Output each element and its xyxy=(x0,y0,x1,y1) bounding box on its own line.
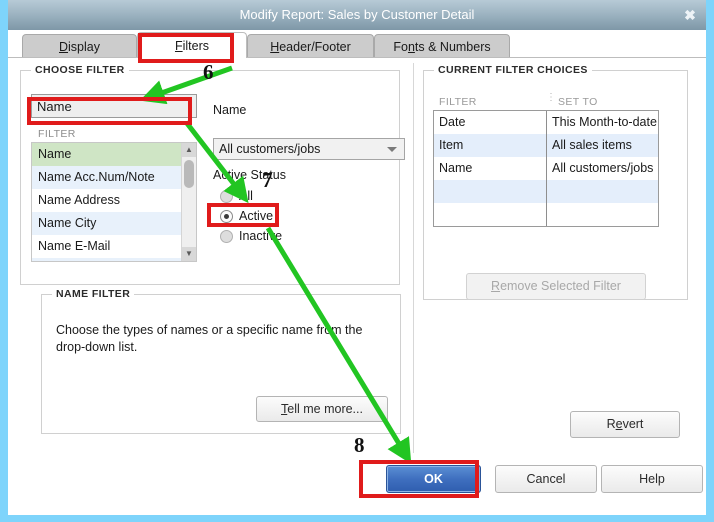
customers-jobs-dropdown-value: All customers/jobs xyxy=(219,142,321,156)
cell-set-to: All sales items xyxy=(552,138,632,152)
cell-filter: Name xyxy=(434,157,547,180)
tab-filters[interactable]: Filters xyxy=(137,32,247,58)
radio-active-label: Active xyxy=(239,209,274,223)
radio-active[interactable]: Active xyxy=(220,208,310,226)
revert-label: vert xyxy=(622,417,644,431)
help-button[interactable]: Help xyxy=(601,465,703,493)
current-filter-choices-group-title: CURRENT FILTER CHOICES xyxy=(434,64,592,76)
cancel-button[interactable]: Cancel xyxy=(495,465,597,493)
chevron-down-icon[interactable] xyxy=(387,147,397,152)
table-row[interactable]: Date This Month-to-date xyxy=(434,111,658,134)
tab-fonts-numbers[interactable]: Fonts & Numbers xyxy=(374,34,510,58)
customers-jobs-dropdown[interactable]: All customers/jobs xyxy=(213,138,405,160)
column-resize-handle-icon[interactable]: ⋮ xyxy=(546,93,556,103)
radio-all-label: All xyxy=(239,189,253,203)
list-item[interactable]: Name City xyxy=(32,212,196,235)
tab-header-footer-label: eader/Footer xyxy=(279,40,351,54)
column-header-filter: FILTER xyxy=(439,96,477,108)
filter-list-scrollbar[interactable]: ▲ ▼ xyxy=(181,143,196,261)
list-item[interactable]: Name Acc.Num/Note xyxy=(32,166,196,189)
cell-filter xyxy=(434,180,547,203)
remove-selected-filter-label: emove Selected Filter xyxy=(500,279,621,293)
cell-filter: Item xyxy=(434,134,547,157)
cell-set-to: All customers/jobs xyxy=(552,161,654,175)
column-header-set-to: SET TO xyxy=(558,96,598,108)
cell-set-to xyxy=(547,180,658,203)
name-filter-description-line1: Choose the types of names or a specific … xyxy=(56,323,363,337)
scroll-up-icon[interactable]: ▲ xyxy=(182,143,196,157)
radio-active-indicator[interactable] xyxy=(220,210,233,223)
scroll-down-icon[interactable]: ▼ xyxy=(182,247,196,261)
list-item[interactable]: Name xyxy=(32,143,196,166)
active-status-label: Active Status xyxy=(213,168,286,182)
table-row[interactable] xyxy=(434,203,658,226)
list-item[interactable]: Name Address xyxy=(32,189,196,212)
tell-me-more-label: ell me more... xyxy=(287,402,363,416)
annotation-number-8: 8 xyxy=(354,433,365,457)
list-item[interactable] xyxy=(32,258,196,261)
tab-filters-label: ilters xyxy=(182,39,210,53)
tab-display-label: isplay xyxy=(68,40,100,54)
dialog-title: Modify Report: Sales by Customer Detail xyxy=(239,7,475,22)
table-row[interactable]: Name All customers/jobs xyxy=(434,157,658,180)
annotation-number-6: 6 xyxy=(203,60,214,84)
cell-filter: Date xyxy=(434,111,547,134)
annotation-number-7: 7 xyxy=(262,168,273,192)
radio-all-indicator[interactable] xyxy=(220,190,233,203)
close-icon[interactable]: ✖ xyxy=(680,5,700,25)
tab-display[interactable]: Display xyxy=(22,34,137,58)
ok-button[interactable]: OK xyxy=(386,465,481,493)
tab-strip: Display Filters Header/Footer Fonts & Nu… xyxy=(8,30,706,58)
cell-filter xyxy=(434,203,547,226)
filter-search-input[interactable] xyxy=(31,94,197,118)
tell-me-more-button[interactable]: Tell me more... xyxy=(256,396,388,422)
radio-inactive-label: Inactive xyxy=(239,229,283,243)
cell-set-to xyxy=(547,203,658,226)
remove-selected-filter-button[interactable]: Remove Selected Filter xyxy=(466,273,646,300)
name-filter-description-line2: drop-down list. xyxy=(56,340,138,354)
radio-inactive-indicator[interactable] xyxy=(220,230,233,243)
name-filter-group-title: NAME FILTER xyxy=(52,288,135,300)
scrollbar-thumb[interactable] xyxy=(184,160,194,188)
tab-fonts-numbers-label: ts & Numbers xyxy=(414,40,491,54)
panel-divider xyxy=(413,63,414,453)
filter-detail-heading: Name xyxy=(213,103,247,117)
filter-list-header: FILTER xyxy=(38,128,76,140)
screenshot-root: Modify Report: Sales by Customer Detail … xyxy=(0,0,714,522)
dialog-titlebar: Modify Report: Sales by Customer Detail … xyxy=(8,0,706,31)
radio-inactive[interactable]: Inactive xyxy=(220,228,310,246)
list-item[interactable]: Name E-Mail xyxy=(32,235,196,258)
table-row[interactable] xyxy=(434,180,658,203)
current-filter-choices-table[interactable]: Date This Month-to-date Item All sales i… xyxy=(433,110,659,227)
tab-header-footer[interactable]: Header/Footer xyxy=(247,34,374,58)
cell-set-to: This Month-to-date xyxy=(552,115,657,129)
choose-filter-group-title: CHOOSE FILTER xyxy=(31,64,129,76)
filter-listbox[interactable]: Name Name Acc.Num/Note Name Address Name… xyxy=(31,142,197,262)
table-row[interactable]: Item All sales items xyxy=(434,134,658,157)
revert-button[interactable]: Revert xyxy=(570,411,680,438)
